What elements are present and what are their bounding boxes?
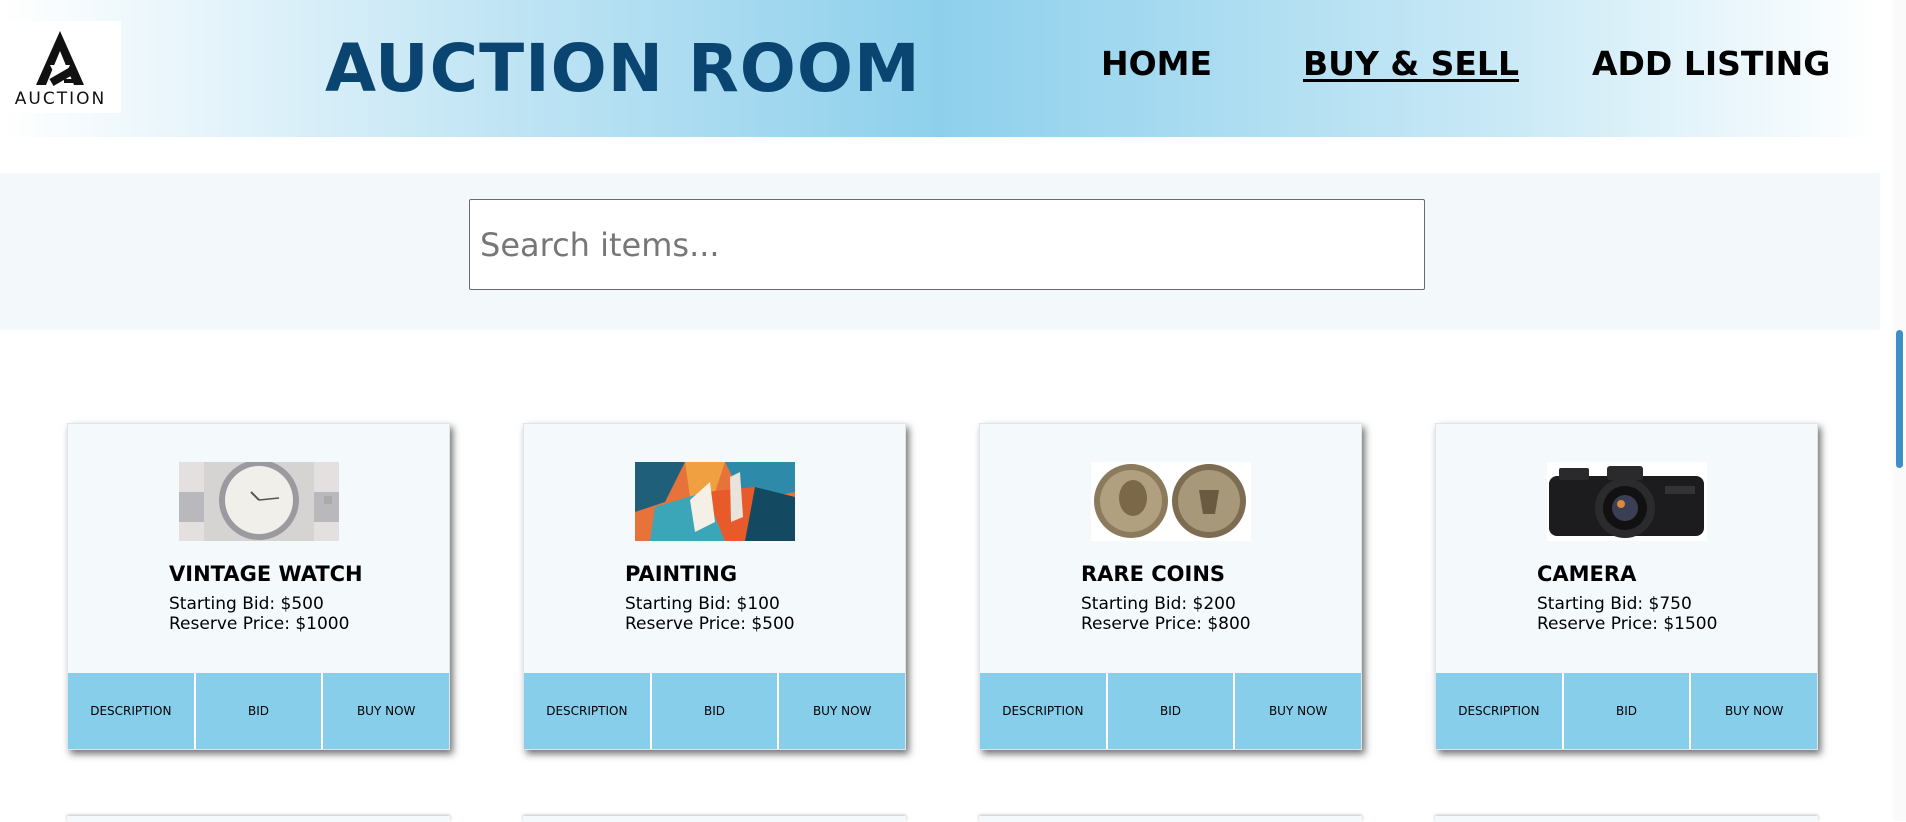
nav-add-listing-link[interactable]: ADD LISTING (1592, 44, 1830, 83)
bid-button[interactable]: BID (1563, 673, 1692, 749)
starting-bid: Starting Bid: $500 (169, 594, 324, 614)
starting-bid: Starting Bid: $750 (1537, 594, 1692, 614)
listing-card-painting: PAINTING Starting Bid: $100 Reserve Pric… (523, 423, 906, 750)
bid-button[interactable]: BID (1107, 673, 1236, 749)
description-button[interactable]: DESCRIPTION (980, 673, 1108, 749)
listing-card-partial (523, 816, 906, 822)
site-header: AUCTION AUCTION ROOM HOME BUY & SELL ADD… (0, 0, 1880, 137)
listing-card-vintage-watch: VINTAGE WATCH Starting Bid: $500 Reserve… (67, 423, 450, 750)
starting-bid: Starting Bid: $100 (625, 594, 780, 614)
abstract-painting-image (635, 462, 795, 541)
listing-card-partial (1435, 816, 1818, 822)
card-actions: DESCRIPTION BID BUY NOW (1436, 673, 1818, 749)
reserve-price: Reserve Price: $1500 (1537, 614, 1718, 634)
listing-card-rare-coins: RARE COINS Starting Bid: $200 Reserve Pr… (979, 423, 1362, 750)
search-input[interactable] (469, 199, 1425, 290)
listing-title: CAMERA (1537, 562, 1637, 586)
card-actions: DESCRIPTION BID BUY NOW (524, 673, 906, 749)
bid-button[interactable]: BID (651, 673, 780, 749)
card-actions: DESCRIPTION BID BUY NOW (980, 673, 1362, 749)
site-title: AUCTION ROOM (325, 30, 921, 107)
buy-now-button[interactable]: BUY NOW (323, 673, 450, 749)
description-button[interactable]: DESCRIPTION (1436, 673, 1564, 749)
bid-button[interactable]: BID (195, 673, 324, 749)
reserve-price: Reserve Price: $800 (1081, 614, 1251, 634)
description-button[interactable]: DESCRIPTION (524, 673, 652, 749)
camera-image (1547, 462, 1707, 541)
nav-buy-sell-link[interactable]: BUY & SELL (1303, 44, 1519, 83)
listing-card-partial (67, 816, 450, 822)
gavel-a-logo-icon (36, 31, 84, 86)
auction-logo[interactable]: AUCTION (0, 21, 121, 113)
description-button[interactable]: DESCRIPTION (68, 673, 196, 749)
listing-title: RARE COINS (1081, 562, 1226, 586)
starting-bid: Starting Bid: $200 (1081, 594, 1236, 614)
listing-title: PAINTING (625, 562, 738, 586)
reserve-price: Reserve Price: $500 (625, 614, 795, 634)
listing-title: VINTAGE WATCH (169, 562, 363, 586)
buy-now-button[interactable]: BUY NOW (779, 673, 906, 749)
buy-now-button[interactable]: BUY NOW (1235, 673, 1362, 749)
buy-now-button[interactable]: BUY NOW (1691, 673, 1818, 749)
watch-image (179, 462, 339, 541)
nav-home-link[interactable]: HOME (1101, 44, 1212, 83)
scrollbar-thumb[interactable] (1896, 330, 1903, 468)
listing-card-camera: CAMERA Starting Bid: $750 Reserve Price:… (1435, 423, 1818, 750)
coins-image (1091, 462, 1251, 541)
listing-card-partial (979, 816, 1362, 822)
card-actions: DESCRIPTION BID BUY NOW (68, 673, 450, 749)
reserve-price: Reserve Price: $1000 (169, 614, 350, 634)
logo-text: AUCTION (14, 89, 107, 109)
